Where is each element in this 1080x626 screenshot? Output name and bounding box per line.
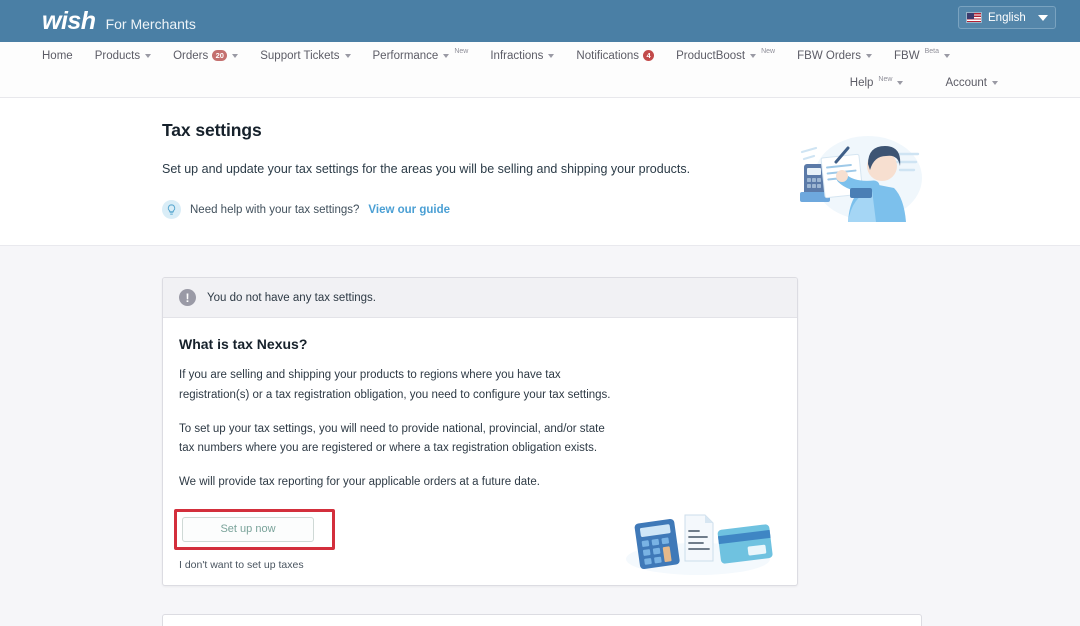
person-reviewing-documents-illustration [790,126,930,222]
lightbulb-icon [162,200,181,220]
chevron-down-icon [145,53,152,58]
nav-label: Home [42,49,73,62]
nav-label: Performance [372,49,439,62]
notifications-badge: 4 [643,50,655,61]
us-flag-icon [966,12,982,23]
chevron-down-icon [443,53,450,58]
secondary-nav: Help New Account [42,69,1056,97]
chevron-down-icon [992,81,998,85]
new-tag: New [761,48,776,55]
chevron-down-icon [943,53,950,58]
info-exclamation-icon: ! [179,289,196,306]
set-up-now-button[interactable]: Set up now [182,516,314,542]
nav-item-support-tickets[interactable]: Support Tickets [260,49,351,62]
orders-badge: 20 [212,50,228,61]
help-prompt-text: Need help with your tax settings? [190,203,360,216]
tax-nexus-heading: What is tax Nexus? [179,336,308,352]
nav-label: Notifications [576,49,640,62]
calculator-document-card-illustration [623,507,773,577]
nav-item-infractions[interactable]: Infractions [490,49,555,62]
nav-label: Products [94,49,141,62]
nav-item-account[interactable]: Account [945,77,998,89]
chevron-down-icon [866,53,873,58]
chevron-down-icon [750,53,757,58]
language-selector[interactable]: English [958,6,1056,29]
page-description: Set up and update your tax settings for … [162,162,691,176]
nav-item-help[interactable]: Help New [849,75,904,89]
setup-button-highlight: Set up now [174,508,335,550]
tax-nexus-card: ! You do not have any tax settings. What… [162,277,798,586]
navigation-zone: Home Products Orders 20 Support Tickets … [0,42,1080,98]
nav-label: Account [945,77,987,89]
beta-tag: Beta [924,48,939,55]
chevron-down-icon [548,53,555,58]
wish-logo-text: wish [42,6,96,35]
tax-paragraph-2: To set up your tax settings, you will ne… [179,422,605,455]
page-header: Tax settings Set up and update your tax … [0,98,1080,246]
chevron-down-icon [1038,14,1048,21]
wish-logo[interactable]: wish For Merchants [42,6,196,35]
wish-logo-subtitle: For Merchants [105,15,196,32]
chevron-down-icon [897,81,904,85]
nav-label: Orders [173,49,209,62]
chevron-down-icon [232,53,239,58]
nav-item-products[interactable]: Products [94,49,152,62]
nav-label: Help [849,77,874,89]
new-tag: New [454,48,469,55]
alert-message: You do not have any tax settings. [207,291,377,304]
tax-paragraph-3: We will provide tax reporting for your a… [179,476,540,489]
marketplace-areas-card: Wish marketplace areas Below is a list o… [162,613,922,626]
no-tax-settings-alert: ! You do not have any tax settings. [163,278,797,318]
brand-bar: wish For Merchants English [0,0,1080,42]
primary-nav: Home Products Orders 20 Support Tickets … [42,42,1056,69]
tax-paragraph-1: If you are selling and shipping your pro… [179,369,611,401]
nav-label: ProductBoost [676,49,746,62]
nav-label: FBW [894,49,920,62]
nav-item-fbw[interactable]: FBW Beta [894,48,950,62]
nav-item-home[interactable]: Home [42,50,73,62]
nav-label: Support Tickets [260,49,340,62]
nav-item-performance[interactable]: Performance New [372,48,469,62]
tax-card-body: What is tax Nexus? If you are selling an… [163,318,797,585]
main-content: ! You do not have any tax settings. What… [0,246,1080,626]
nav-item-notifications[interactable]: Notifications 4 [576,49,655,62]
nav-label: Infractions [490,49,544,62]
nav-item-fbw-orders[interactable]: FBW Orders [797,49,873,62]
view-guide-link[interactable]: View our guide [368,204,450,216]
language-label: English [988,11,1026,24]
chevron-down-icon [344,53,351,58]
new-tag: New [878,75,893,83]
nav-label: FBW Orders [797,49,862,62]
nav-item-productboost[interactable]: ProductBoost New [676,48,776,62]
nav-item-orders[interactable]: Orders 20 [173,49,239,62]
